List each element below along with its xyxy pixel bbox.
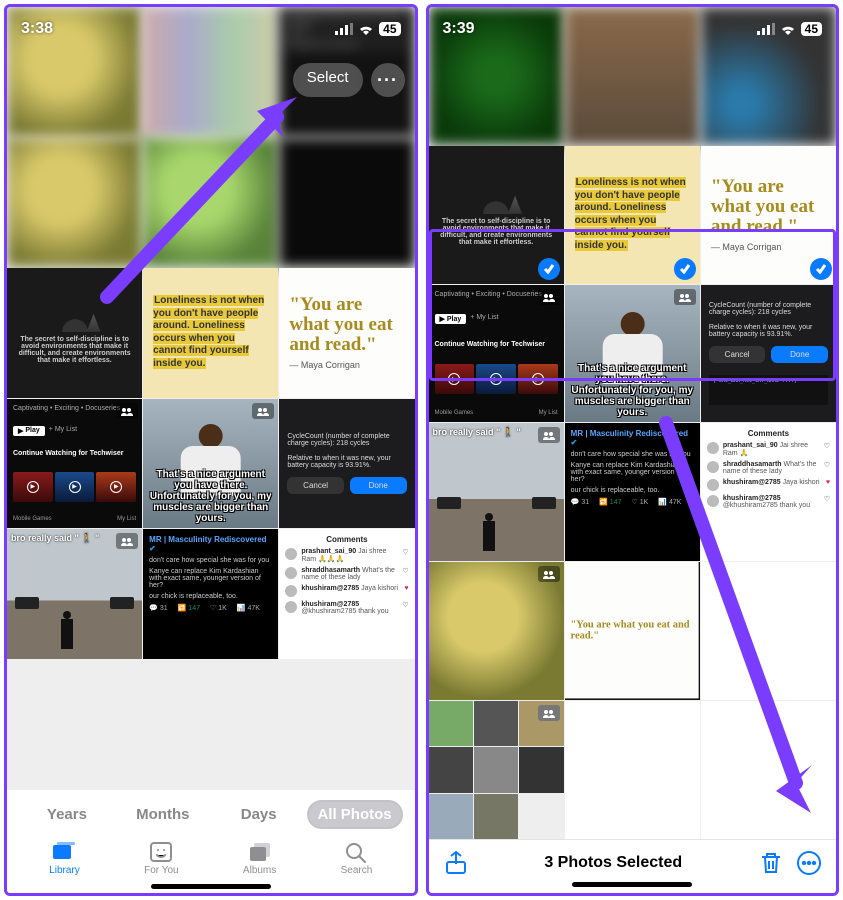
home-indicator[interactable] [151,884,271,889]
monk-icon [55,302,95,332]
search-icon [343,841,369,863]
phone-right: 3:39 45 The secret to self-disci [426,4,840,896]
library-icon [51,841,77,863]
photo-thumb[interactable] [701,701,836,839]
select-button[interactable]: Select [293,63,363,97]
photo-thumb[interactable]: Loneliness is not when you don't have pe… [143,268,278,398]
photo-thumb[interactable] [7,138,142,268]
photo-thumb[interactable] [429,562,564,700]
selection-toolbar: 3 Photos Selected [429,839,837,893]
share-button[interactable] [443,850,469,876]
status-bar: 3:39 45 [429,7,837,51]
status-time: 3:39 [443,20,475,38]
more-button[interactable] [796,850,822,876]
selection-highlight [429,229,837,382]
delete-button[interactable] [758,850,784,876]
battery-level: 45 [801,22,822,36]
cellular-icon [757,22,775,36]
status-right: 45 [757,22,822,36]
home-indicator[interactable] [572,882,692,887]
status-right: 45 [335,22,400,36]
more-button[interactable]: ··· [371,63,405,97]
photo-thumb[interactable]: MR | Masculinity Rediscovered ✔ don't ca… [143,529,278,659]
cellular-icon [335,22,353,36]
photo-grid[interactable]: Why so early? Because it's like. We want… [7,7,415,789]
selection-count: 3 Photos Selected [481,854,747,872]
photo-thumb[interactable]: Comments prashant_sai_90 Jai shree Ram 🙏… [701,423,836,561]
shared-icon [538,705,560,721]
photo-thumb[interactable]: "You are what you eat and read." [565,562,700,700]
tab-library[interactable]: Library [49,841,80,876]
tab-for-you[interactable]: For You [144,841,178,876]
photo-thumb[interactable]: CycleCount (number of complete charge cy… [279,399,414,529]
seg-days[interactable]: Days [211,800,307,829]
shared-icon [538,427,560,443]
play-button: ▶ Play [13,426,45,436]
tab-bar: Library For You Albums Search [17,837,405,878]
tab-search[interactable]: Search [341,841,373,876]
photo-thumb[interactable] [279,138,414,268]
shared-icon [538,566,560,582]
photo-thumb[interactable]: bro really said " 🚶 " [7,529,142,659]
status-time: 3:38 [21,20,53,38]
wifi-icon [779,22,797,36]
seg-all-photos[interactable]: All Photos [307,800,403,829]
top-controls: Select ··· [293,63,405,97]
photo-thumb[interactable] [429,701,564,839]
wifi-icon [357,22,375,36]
tab-albums[interactable]: Albums [243,841,276,876]
battery-level: 45 [379,22,400,36]
photo-thumb[interactable]: Comments prashant_sai_90 Jai shree Ram 🙏… [279,529,414,659]
bottom-bar: Years Months Days All Photos Library For… [7,789,415,893]
photo-thumb[interactable]: That's a nice argument you have there. U… [143,399,278,529]
ellipsis-icon: ··· [377,70,398,91]
photo-thumb[interactable]: bro really said " 🚶 " [429,423,564,561]
albums-icon [247,841,273,863]
time-segmented: Years Months Days All Photos [17,798,405,831]
phone-left: 3:38 45 Select ··· Why so early? Because… [4,4,418,896]
photo-thumb[interactable] [565,701,700,839]
shared-icon [252,403,274,419]
cancel-button: Cancel [287,477,344,494]
done-button: Done [350,477,407,494]
photo-thumb[interactable]: The secret to self-discipline is to avoi… [7,268,142,398]
seg-years[interactable]: Years [19,800,115,829]
photo-thumb[interactable]: Captivating • Exciting • Docuseries ▶ Pl… [7,399,142,529]
monk-icon [476,184,516,214]
photo-thumb[interactable]: "You are what you eat and read." — Maya … [279,268,414,398]
seg-months[interactable]: Months [115,800,211,829]
photo-thumb[interactable]: MR | Masculinity Rediscovered ✔ don't ca… [565,423,700,561]
photo-grid[interactable]: The secret to self-discipline is to avoi… [429,7,837,839]
photo-thumb[interactable] [143,138,278,268]
shared-icon [116,403,138,419]
foryou-icon [148,841,174,863]
status-bar: 3:38 45 [7,7,415,51]
photo-thumb[interactable] [701,562,836,700]
shared-icon [116,533,138,549]
